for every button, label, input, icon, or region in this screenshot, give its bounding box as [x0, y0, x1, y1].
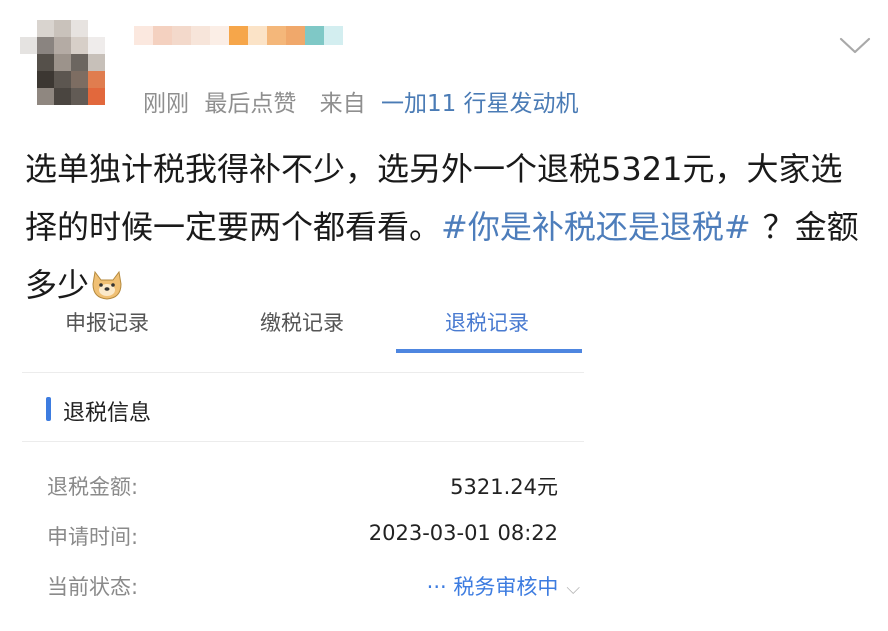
chevron-down-icon: ⌵: [566, 578, 580, 599]
status-text: ··· 税务审核中: [426, 575, 559, 599]
hashtag-link[interactable]: #你是补税还是退税#: [441, 208, 751, 246]
section-accent-bar: [46, 397, 51, 421]
divider: [22, 441, 584, 442]
apply-time-label: 申请时间:: [47, 525, 139, 549]
post-time: 刚刚: [143, 91, 189, 117]
tab-label: 退税记录: [445, 311, 529, 335]
divider: [22, 372, 584, 373]
apply-time-value: 2023-03-01 08:22: [368, 521, 558, 545]
post-meta: 刚刚 最后点赞 来自 一加11 行星发动机: [143, 84, 579, 118]
username-blurred[interactable]: [134, 14, 374, 58]
post-action: 最后点赞: [204, 91, 297, 117]
source-prefix: 来自: [319, 91, 366, 117]
tab-declaration-records[interactable]: 申报记录: [22, 310, 192, 356]
status-value[interactable]: ··· 税务审核中 ⌵: [427, 571, 580, 601]
section-title: 退税信息: [63, 401, 152, 426]
chevron-down-icon[interactable]: [838, 32, 872, 58]
doge-emoji-icon: [89, 262, 125, 300]
tab-payment-records[interactable]: 缴税记录: [217, 310, 387, 356]
refund-amount-label: 退税金额:: [47, 475, 139, 499]
active-tab-indicator: [396, 349, 582, 353]
avatar[interactable]: [20, 12, 120, 112]
refund-amount-value: 5321.24元: [450, 475, 558, 499]
status-label: 当前状态:: [47, 575, 139, 599]
tab-label: 申报记录: [65, 311, 149, 335]
post-body: 选单独计税我得补不少，选另外一个退税5321元，大家选择的时候一定要两个都看看。…: [25, 140, 870, 314]
device-link[interactable]: 一加11 行星发动机: [381, 91, 579, 117]
tab-label: 缴税记录: [260, 311, 344, 335]
